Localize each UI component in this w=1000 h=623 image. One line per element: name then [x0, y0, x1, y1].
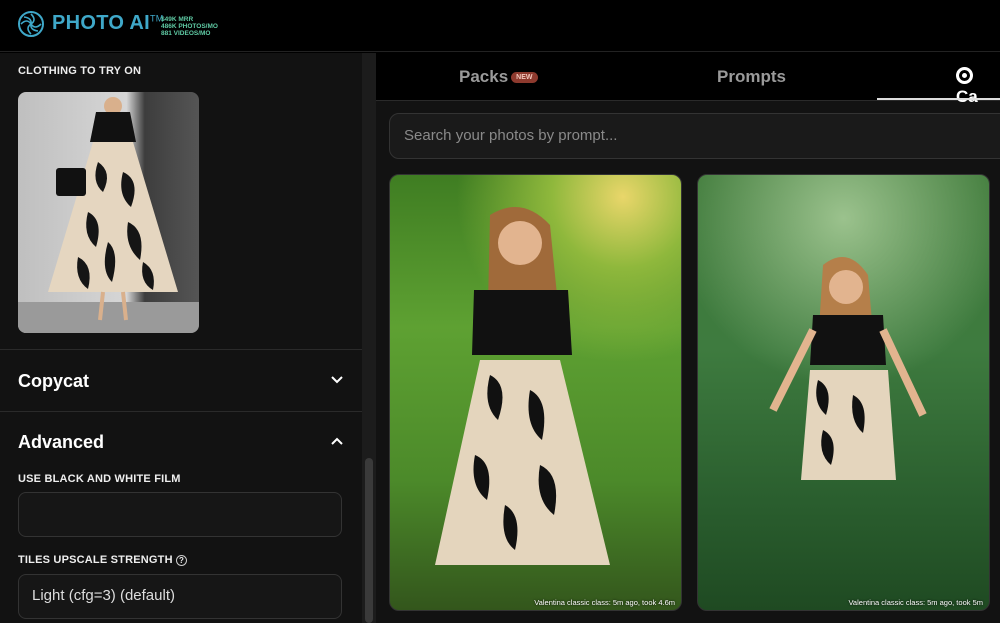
tab-prompts[interactable]: Prompts: [717, 67, 786, 87]
brand-name[interactable]: PHOTO AITM: [52, 12, 164, 35]
tab-packs[interactable]: Packs NEW: [459, 67, 538, 87]
bw-film-input[interactable]: [18, 492, 342, 537]
tab-camera-label: Ca: [956, 87, 978, 106]
person-figure: [435, 207, 610, 565]
clothing-label: CLOTHING TO TRY ON: [18, 65, 142, 77]
logo-icon[interactable]: [17, 10, 45, 38]
stat-mrr: $49K MRR: [161, 16, 194, 23]
aperture-icon: [956, 67, 973, 84]
person-figure: [769, 257, 927, 480]
tiles-upscale-select[interactable]: Light (cfg=3) (default): [18, 574, 342, 619]
bw-film-label: USE BLACK AND WHITE FILM: [18, 473, 181, 485]
tiles-upscale-label: TILES UPSCALE STRENGTH ?: [18, 554, 188, 566]
chevron-up-icon[interactable]: [330, 434, 344, 448]
divider: [0, 411, 362, 412]
sidebar: CLOTHING TO TRY ON Copycat Advanced USE …: [0, 53, 362, 623]
sidebar-scrollbar[interactable]: [362, 53, 376, 623]
help-icon[interactable]: ?: [176, 554, 188, 566]
search-input[interactable]: Search your photos by prompt...: [389, 113, 1000, 159]
tab-camera[interactable]: Ca: [956, 67, 1000, 107]
tab-packs-label: Packs: [459, 67, 509, 86]
brand-text: PHOTO AI: [52, 12, 150, 34]
main-panel: Packs NEW Prompts Ca Search your photos b…: [376, 53, 1000, 623]
advanced-section-toggle[interactable]: Advanced: [18, 432, 104, 453]
scrollbar-thumb[interactable]: [365, 458, 373, 623]
active-tab-indicator: [877, 98, 1000, 100]
tiles-upscale-text: TILES UPSCALE STRENGTH: [18, 554, 173, 566]
stat-photos: 486K PHOTOS/MO: [161, 23, 218, 30]
stats: $49K MRR 486K PHOTOS/MO 881 VIDEOS/MO: [161, 16, 218, 37]
chevron-down-icon[interactable]: [330, 373, 344, 387]
divider: [0, 349, 362, 350]
new-badge: NEW: [511, 72, 538, 84]
clothing-image[interactable]: [18, 92, 199, 333]
photo-card[interactable]: Valentina classic class: 5m ago, took 5m: [697, 174, 990, 611]
dress-figure: [18, 97, 199, 333]
photo-caption: Valentina classic class: 5m ago, took 5m: [848, 598, 983, 607]
copycat-section-toggle[interactable]: Copycat: [18, 371, 89, 392]
stat-videos: 881 VIDEOS/MO: [161, 30, 211, 37]
header: PHOTO AITM $49K MRR 486K PHOTOS/MO 881 V…: [0, 0, 1000, 52]
photo-card[interactable]: Valentina classic class: 5m ago, took 4.…: [389, 174, 682, 611]
photo-caption: Valentina classic class: 5m ago, took 4.…: [534, 598, 675, 607]
tabs: Packs NEW Prompts Ca: [376, 53, 1000, 106]
